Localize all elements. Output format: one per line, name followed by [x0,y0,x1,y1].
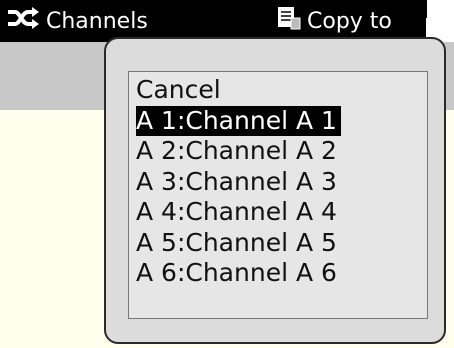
channel-item-a2[interactable]: A 2:Channel A 2 [136,136,427,167]
toolbar: Channels Copy to [0,0,426,42]
channel-listbox[interactable]: Cancel A 1:Channel A 1 A 2:Channel A 2 A… [128,71,428,319]
copy-to-label: Copy to [307,8,392,34]
channels-button[interactable]: Channels [6,0,148,42]
channel-select-popup: Cancel A 1:Channel A 1 A 2:Channel A 2 A… [104,37,446,344]
document-icon [277,6,301,36]
channel-item-a3[interactable]: A 3:Channel A 3 [136,167,427,198]
channel-item-a4[interactable]: A 4:Channel A 4 [136,197,427,228]
channel-item-a5[interactable]: A 5:Channel A 5 [136,228,427,259]
toolbar-edge [426,0,454,42]
shuffle-icon [6,7,40,35]
copy-to-button[interactable]: Copy to [277,0,392,42]
channel-item-a6[interactable]: A 6:Channel A 6 [136,258,427,289]
channel-item-a1[interactable]: A 1:Channel A 1 [136,105,341,136]
cancel-item[interactable]: Cancel [136,75,427,106]
channels-label: Channels [46,8,148,34]
